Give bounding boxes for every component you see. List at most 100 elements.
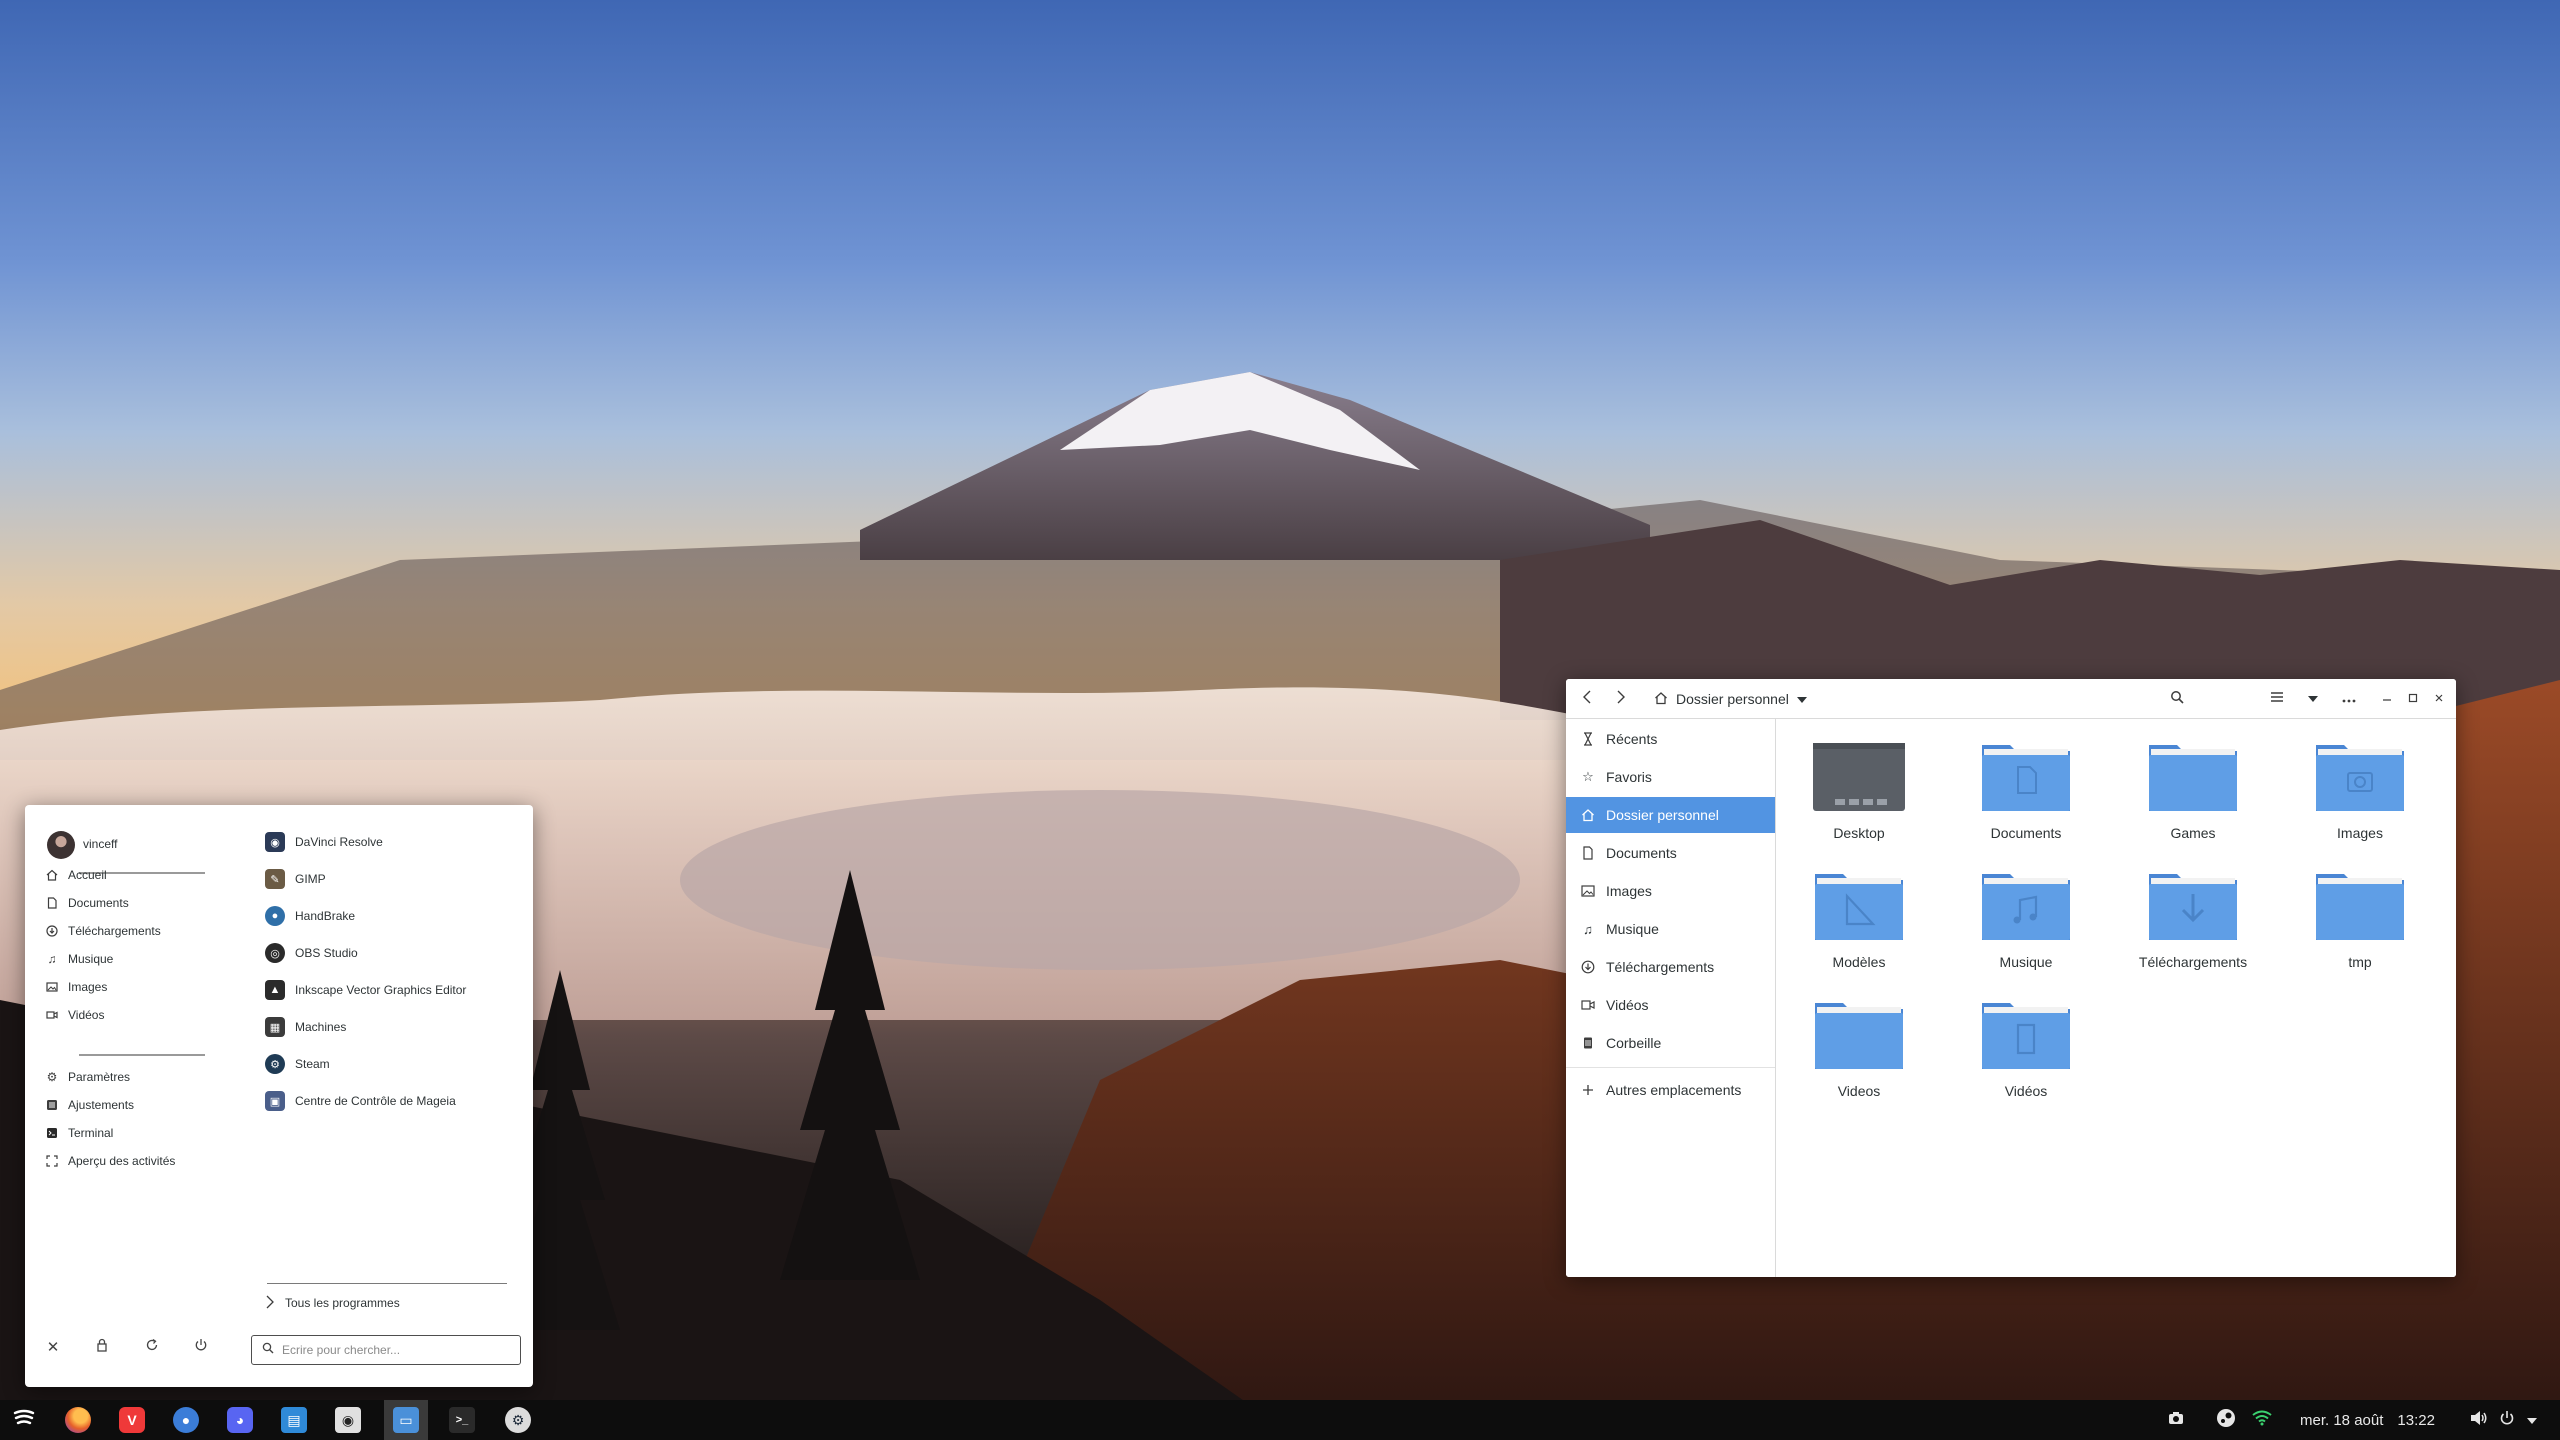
place-music[interactable]: ♫ Musique xyxy=(45,947,114,971)
folder-desktop[interactable]: Desktop xyxy=(1784,741,1934,861)
system-activities[interactable]: Aperçu des activités xyxy=(45,1149,175,1173)
power-button[interactable] xyxy=(189,1335,213,1359)
path-bar-button[interactable]: Dossier personnel xyxy=(1648,685,1813,713)
avatar[interactable] xyxy=(47,831,75,859)
folder-label: Modèles xyxy=(1832,954,1886,970)
back-button[interactable] xyxy=(1574,687,1600,711)
app-inkscape[interactable]: ▲ Inkscape Vector Graphics Editor xyxy=(265,975,466,1005)
folder-documents[interactable]: Documents xyxy=(1951,741,2101,861)
taskbar-discord[interactable]: ◕ xyxy=(218,1400,262,1440)
system-tweaks[interactable]: Ajustements xyxy=(45,1093,134,1117)
all-programs-button[interactable]: Tous les programmes xyxy=(265,1291,400,1315)
clock-icon xyxy=(1580,731,1596,747)
system-label: Paramètres xyxy=(68,1070,131,1084)
app-label: Inkscape Vector Graphics Editor xyxy=(295,983,467,997)
menu-button[interactable] xyxy=(2336,687,2362,711)
taskbar-firefox[interactable] xyxy=(56,1400,100,1440)
minimize-button[interactable] xyxy=(2374,687,2400,711)
place-label: Documents xyxy=(68,896,129,910)
places-sidebar: Récents ☆ Favoris Dossier personnel Docu… xyxy=(1566,719,1776,1277)
folder-view: Desktop Documents Games Images Modèles M… xyxy=(1776,719,2456,1277)
system-settings[interactable]: ⚙ Paramètres xyxy=(45,1065,130,1089)
folder-tmp[interactable]: tmp xyxy=(2285,870,2435,990)
steam-tray-icon[interactable] xyxy=(2212,1400,2240,1440)
view-options-button[interactable] xyxy=(2300,687,2326,711)
place-downloads[interactable]: Téléchargements xyxy=(45,919,161,943)
folder-videos-en[interactable]: Videos xyxy=(1784,999,1934,1119)
network-tray-icon[interactable] xyxy=(2248,1400,2276,1440)
forward-button[interactable] xyxy=(1608,687,1634,711)
sidebar-item-images[interactable]: Images xyxy=(1566,873,1775,909)
app-handbrake[interactable]: ● HandBrake xyxy=(265,901,355,931)
sidebar-item-music[interactable]: ♫ Musique xyxy=(1566,911,1775,947)
taskbar-menu-button[interactable] xyxy=(2,1400,46,1440)
wifi-icon xyxy=(2252,1410,2272,1430)
volume-tray-icon[interactable] xyxy=(2466,1400,2492,1440)
app-label: GIMP xyxy=(295,872,326,886)
place-images[interactable]: Images xyxy=(45,975,107,999)
trash-icon xyxy=(1580,1035,1596,1051)
folder-icon xyxy=(2316,874,2404,940)
folder-images[interactable]: Images xyxy=(2285,741,2435,861)
restart-button[interactable] xyxy=(140,1335,164,1359)
maximize-button[interactable] xyxy=(2400,687,2426,711)
sidebar-item-label: Vidéos xyxy=(1606,997,1649,1013)
taskbar-steam[interactable]: ⚙ xyxy=(496,1400,540,1440)
app-steam[interactable]: ⚙ Steam xyxy=(265,1049,330,1079)
app-gimp[interactable]: ✎ GIMP xyxy=(265,864,326,894)
system-terminal[interactable]: Terminal xyxy=(45,1121,113,1145)
app-mageia-control-center[interactable]: ▣ Centre de Contrôle de Mageia xyxy=(265,1086,456,1116)
music-icon: ♫ xyxy=(1583,921,1593,937)
sidebar-item-label: Favoris xyxy=(1606,769,1652,785)
taskbar-vivaldi[interactable]: V xyxy=(110,1400,154,1440)
lock-button[interactable] xyxy=(90,1335,114,1359)
sidebar-item-videos[interactable]: Vidéos xyxy=(1566,987,1775,1023)
sidebar-item-favorites[interactable]: ☆ Favoris xyxy=(1566,759,1775,795)
app-obs-studio[interactable]: ◎ OBS Studio xyxy=(265,938,358,968)
app-davinci-resolve[interactable]: ◉ DaVinci Resolve xyxy=(265,827,383,857)
close-menu-button[interactable]: ✕ xyxy=(41,1335,65,1359)
sidebar-item-other-locations[interactable]: Autres emplacements xyxy=(1566,1072,1775,1108)
taskbar-chat[interactable]: ● xyxy=(164,1400,208,1440)
taskbar-messaging[interactable]: ▤ xyxy=(272,1400,316,1440)
folder-templates[interactable]: Modèles xyxy=(1784,870,1934,990)
taskbar-speaker-app[interactable]: ◉ xyxy=(326,1400,370,1440)
menu-search-field[interactable] xyxy=(251,1335,521,1365)
app-machines[interactable]: ▦ Machines xyxy=(265,1012,346,1042)
place-label: Images xyxy=(68,980,108,994)
sidebar-item-recent[interactable]: Récents xyxy=(1566,721,1775,757)
close-button[interactable] xyxy=(2426,687,2452,711)
sidebar-item-home[interactable]: Dossier personnel xyxy=(1566,797,1775,833)
terminal-icon xyxy=(45,1126,59,1140)
gear-icon: ⚙ xyxy=(46,1070,58,1084)
view-list-button[interactable] xyxy=(2264,687,2290,711)
place-videos[interactable]: Vidéos xyxy=(45,1003,104,1027)
folder-label: Documents xyxy=(1990,825,2062,841)
taskbar-terminal[interactable]: >_ xyxy=(440,1400,484,1440)
app-label: Machines xyxy=(295,1020,347,1034)
obs-studio-icon: ◎ xyxy=(265,943,285,963)
header-bar: Dossier personnel xyxy=(1566,679,2456,719)
folder-videos[interactable]: Vidéos xyxy=(1951,999,2101,1119)
folder-downloads[interactable]: Téléchargements xyxy=(2118,870,2268,990)
app-label: OBS Studio xyxy=(295,946,358,960)
sidebar-item-downloads[interactable]: Téléchargements xyxy=(1566,949,1775,985)
place-home[interactable]: Accueil xyxy=(45,863,107,887)
search-input[interactable] xyxy=(282,1343,502,1357)
taskbar-files[interactable]: ▭ xyxy=(384,1400,428,1440)
search-button[interactable] xyxy=(2164,687,2190,711)
taskbar: V ● ◕ ▤ ◉ ▭ >_ ⚙ mer. 18 août 13:22 xyxy=(0,1400,2560,1440)
system-menu-button[interactable] xyxy=(2522,1400,2542,1440)
place-documents[interactable]: Documents xyxy=(45,891,129,915)
dropdown-arrow-icon[interactable] xyxy=(1796,691,1807,707)
speaker-app-icon: ◉ xyxy=(335,1407,361,1433)
power-tray-icon[interactable] xyxy=(2494,1400,2520,1440)
folder-games[interactable]: Games xyxy=(2118,741,2268,861)
tweaks-icon xyxy=(45,1098,59,1112)
folder-music[interactable]: Musique xyxy=(1951,870,2101,990)
music-icon: ♫ xyxy=(47,952,57,966)
clock[interactable]: mer. 18 août 13:22 xyxy=(2300,1400,2435,1440)
screenshot-tray-icon[interactable] xyxy=(2164,1400,2188,1440)
sidebar-item-documents[interactable]: Documents xyxy=(1566,835,1775,871)
sidebar-item-trash[interactable]: Corbeille xyxy=(1566,1025,1775,1061)
